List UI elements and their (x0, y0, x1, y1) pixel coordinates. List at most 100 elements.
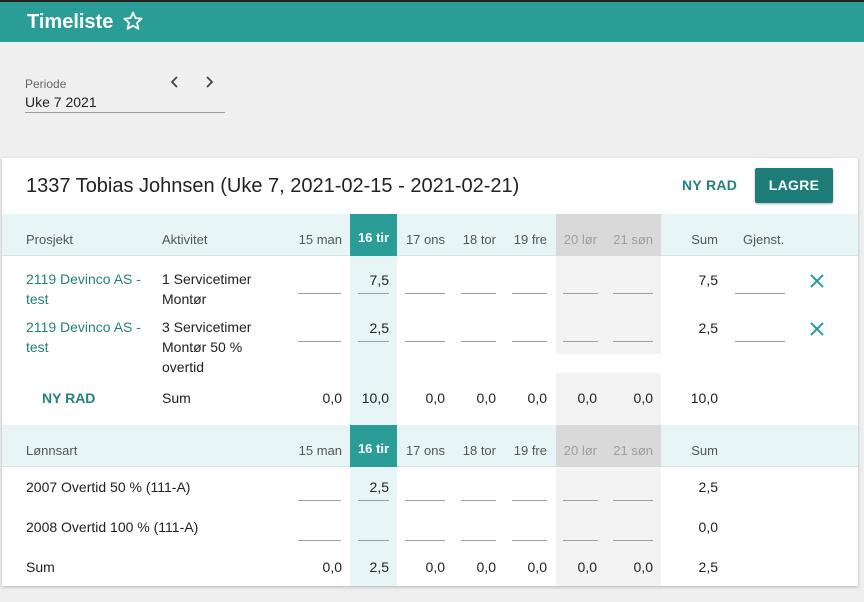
day-header-today[interactable]: 16 tir (350, 214, 397, 256)
col-header-remaining: Gjenst. (743, 232, 785, 247)
period-underline (25, 112, 225, 113)
new-row-button[interactable]: NY RAD (42, 390, 95, 406)
day-header-weekend[interactable]: 21 søn (603, 443, 653, 458)
day-total: 0,0 (425, 390, 445, 406)
hours-input[interactable] (613, 540, 653, 541)
project-link[interactable]: 2119 Devinco AS - (26, 319, 141, 335)
day-total: 0,0 (633, 559, 653, 575)
hours-input[interactable] (512, 540, 547, 541)
day-total: 0,0 (527, 390, 547, 406)
new-row-button[interactable]: NY RAD (682, 177, 737, 193)
hours-input[interactable] (298, 293, 341, 294)
close-icon[interactable] (808, 320, 826, 338)
day-total: 2,5 (369, 559, 389, 575)
day-header[interactable]: 18 tor (446, 232, 496, 247)
project-link[interactable]: 2119 Devinco AS - (26, 271, 141, 287)
hours-input[interactable] (613, 341, 653, 342)
day-total: 0,0 (322, 559, 342, 575)
close-icon[interactable] (808, 272, 826, 290)
timesheet-card: 1337 Tobias Johnsen (Uke 7, 2021-02-15 -… (2, 158, 858, 586)
activity-name: overtid (162, 359, 205, 375)
day-total: 0,0 (322, 390, 342, 406)
hours-input[interactable] (512, 500, 547, 501)
day-header-today[interactable]: 16 tir (350, 425, 397, 467)
hours-value[interactable]: 7,5 (358, 272, 389, 288)
hours-input[interactable] (298, 341, 341, 342)
hours-input[interactable] (461, 293, 496, 294)
hours-input[interactable] (405, 341, 445, 342)
chevron-right-icon[interactable] (199, 72, 219, 92)
hours-input[interactable] (461, 540, 496, 541)
activity-name: Montør 50 % (162, 339, 243, 355)
hours-input[interactable] (512, 341, 547, 342)
chevron-left-icon[interactable] (165, 72, 185, 92)
sum-label: Sum (26, 559, 55, 575)
day-total: 0,0 (577, 390, 597, 406)
hours-input[interactable] (405, 500, 445, 501)
hours-value[interactable]: 2,5 (358, 479, 389, 495)
day-total: 0,0 (476, 390, 496, 406)
grand-total: 2,5 (698, 559, 718, 575)
save-button[interactable]: LAGRE (755, 168, 833, 203)
star-icon[interactable] (121, 9, 145, 33)
day-header[interactable]: 19 fre (497, 443, 547, 458)
day-total: 0,0 (577, 559, 597, 575)
remaining-input[interactable] (735, 293, 785, 294)
period-field[interactable]: Uke 7 2021 (25, 94, 97, 110)
col-header-sum: Sum (691, 232, 718, 247)
hours-input[interactable] (461, 341, 496, 342)
card-title: 1337 Tobias Johnsen (Uke 7, 2021-02-15 -… (26, 175, 520, 197)
hours-input[interactable] (358, 500, 389, 501)
row-sum: 0,0 (698, 519, 718, 535)
day-header[interactable]: 15 man (292, 232, 342, 247)
hours-input[interactable] (563, 500, 598, 501)
day-total: 0,0 (527, 559, 547, 575)
day-header-weekend[interactable]: 21 søn (603, 232, 653, 247)
project-link[interactable]: test (26, 339, 49, 355)
col-header-project[interactable]: Prosjekt (26, 232, 73, 247)
activity-name: Montør (162, 291, 207, 307)
hours-input[interactable] (358, 341, 389, 342)
hours-input[interactable] (563, 341, 598, 342)
day-header[interactable]: 18 tor (446, 443, 496, 458)
row-sum: 2,5 (698, 479, 718, 495)
wage-type-name: 2008 Overtid 100 % (111-A) (26, 519, 199, 535)
sum-label: Sum (162, 390, 191, 406)
day-header-weekend[interactable]: 20 lør (547, 232, 597, 247)
weekend-column-bg (556, 256, 661, 354)
day-header[interactable]: 19 fre (497, 232, 547, 247)
remaining-input[interactable] (735, 341, 785, 342)
hours-input[interactable] (613, 500, 653, 501)
day-header[interactable]: 17 ons (395, 232, 445, 247)
day-header[interactable]: 17 ons (395, 443, 445, 458)
col-header-wage-type[interactable]: Lønnsart (26, 443, 77, 458)
hours-input[interactable] (405, 540, 445, 541)
hours-input[interactable] (298, 500, 341, 501)
grand-total: 10,0 (690, 390, 718, 406)
hours-input[interactable] (358, 540, 389, 541)
hours-input[interactable] (405, 293, 445, 294)
project-link[interactable]: test (26, 291, 49, 307)
hours-input[interactable] (563, 540, 598, 541)
row-sum: 7,5 (698, 272, 718, 288)
day-total: 10,0 (361, 390, 389, 406)
day-header-weekend[interactable]: 20 lør (547, 443, 597, 458)
hours-input[interactable] (358, 293, 389, 294)
hours-input[interactable] (298, 540, 341, 541)
hours-input[interactable] (563, 293, 598, 294)
day-total: 0,0 (633, 390, 653, 406)
row-sum: 2,5 (698, 320, 718, 336)
activity-name: 3 Servicetimer (162, 319, 252, 335)
day-total: 0,0 (476, 559, 496, 575)
app-bar: Timeliste (0, 0, 864, 42)
activity-name: 1 Servicetimer (162, 271, 252, 287)
hours-input[interactable] (461, 500, 496, 501)
hours-value[interactable]: 2,5 (358, 320, 389, 336)
day-header[interactable]: 15 man (292, 443, 342, 458)
hours-input[interactable] (613, 293, 653, 294)
period-label: Periode (25, 77, 67, 91)
day-total: 0,0 (425, 559, 445, 575)
wage-type-name: 2007 Overtid 50 % (111-A) (26, 479, 191, 495)
col-header-activity[interactable]: Aktivitet (162, 232, 208, 247)
hours-input[interactable] (512, 293, 547, 294)
